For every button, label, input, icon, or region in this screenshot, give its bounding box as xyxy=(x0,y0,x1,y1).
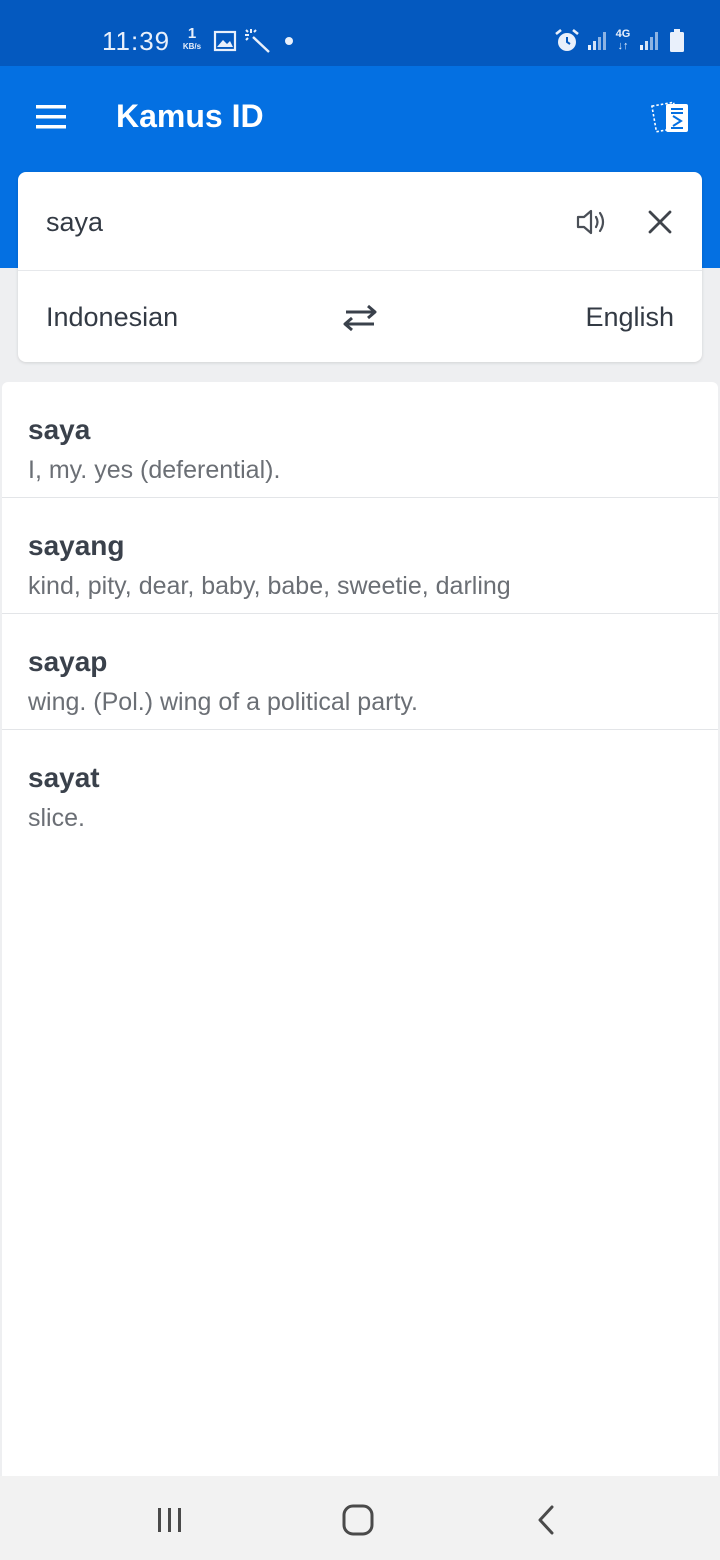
list-item[interactable]: sayang kind, pity, dear, baby, babe, swe… xyxy=(2,498,718,614)
close-icon xyxy=(648,210,672,234)
target-language[interactable]: English xyxy=(585,302,674,333)
alarm-icon xyxy=(555,28,579,51)
result-definition: I, my. yes (deferential). xyxy=(28,456,281,484)
status-bar: 11:39 1 KB/s 4G ↓↑ xyxy=(0,0,720,66)
recents-icon xyxy=(158,1508,181,1532)
data-arrows: ↓↑ xyxy=(617,40,629,52)
list-item[interactable]: sayat slice. xyxy=(2,730,718,846)
clear-search-button[interactable] xyxy=(638,200,682,244)
net-speed-unit: KB/s xyxy=(182,42,202,51)
back-icon xyxy=(538,1505,554,1535)
status-time: 11:39 xyxy=(102,26,171,56)
result-word: sayang xyxy=(28,530,125,561)
swap-icon xyxy=(343,304,377,332)
home-button[interactable] xyxy=(334,1500,382,1540)
app-title: Kamus ID xyxy=(116,98,264,134)
speaker-icon xyxy=(576,209,605,235)
result-word: sayap xyxy=(28,646,108,677)
network-type-label: 4G xyxy=(615,28,631,40)
search-input[interactable] xyxy=(46,200,546,244)
net-speed-indicator: 1 KB/s xyxy=(178,26,206,56)
translate-document-button[interactable] xyxy=(648,94,696,142)
magic-wand-icon xyxy=(245,29,270,53)
source-language[interactable]: Indonesian xyxy=(46,302,178,333)
result-word: saya xyxy=(28,414,91,445)
list-item[interactable]: saya I, my. yes (deferential). xyxy=(2,382,718,498)
swap-languages-button[interactable] xyxy=(338,298,382,338)
signal-icon xyxy=(640,32,658,50)
system-nav-bar xyxy=(0,1476,720,1560)
list-item[interactable]: sayap wing. (Pol.) wing of a political p… xyxy=(2,614,718,730)
translate-document-icon xyxy=(650,101,688,133)
result-definition: wing. (Pol.) wing of a political party. xyxy=(28,688,418,716)
result-definition: slice. xyxy=(28,804,85,832)
image-icon xyxy=(213,30,237,52)
recents-button[interactable] xyxy=(146,1500,194,1540)
result-word: sayat xyxy=(28,762,100,793)
dot-icon xyxy=(285,37,293,45)
menu-icon xyxy=(36,105,66,129)
signal-icon xyxy=(588,32,606,50)
results-list: saya I, my. yes (deferential). sayang ki… xyxy=(2,382,718,1476)
battery-icon xyxy=(670,29,684,52)
result-definition: kind, pity, dear, baby, babe, sweetie, d… xyxy=(28,572,511,600)
4g-icon: 4G ↓↑ xyxy=(612,28,634,54)
home-icon xyxy=(342,1504,374,1536)
card-divider xyxy=(18,270,702,271)
back-button[interactable] xyxy=(522,1500,570,1540)
menu-button[interactable] xyxy=(24,96,80,138)
net-speed-value: 1 xyxy=(187,25,197,42)
pronounce-button[interactable] xyxy=(570,200,614,244)
search-card: Indonesian English xyxy=(18,172,702,362)
